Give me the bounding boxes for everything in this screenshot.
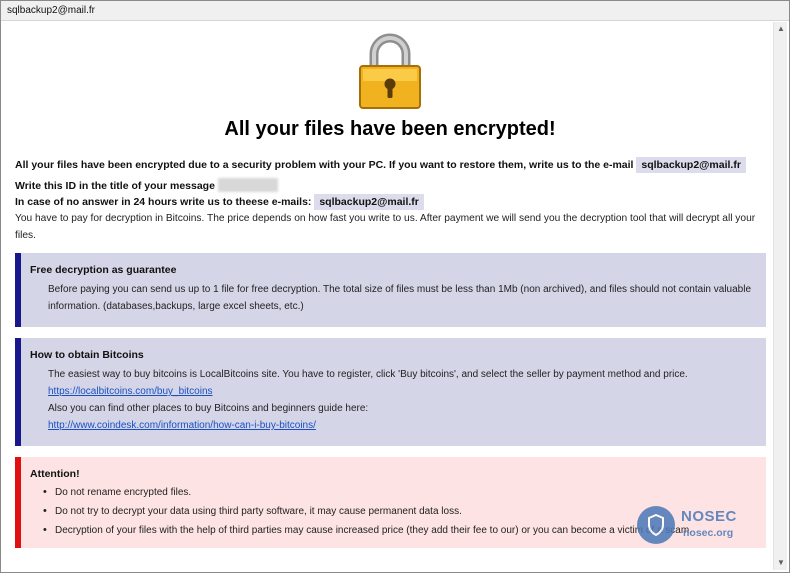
bitcoins-link-2-row: http://www.coindesk.com/information/how-… — [48, 417, 763, 434]
bitcoins-box: How to obtain Bitcoins The easiest way t… — [15, 338, 766, 446]
title-bar: sqlbackup2@mail.fr — [1, 1, 789, 21]
payment-paragraph: You have to pay for decryption in Bitcoi… — [15, 213, 756, 241]
arrow-down-icon[interactable]: ▼ — [774, 556, 788, 570]
list-item: Do not try to decrypt your data using th… — [41, 502, 692, 521]
watermark-site: nosec.org — [683, 527, 734, 539]
bitcoins-link-1-row: https://localbitcoins.com/buy_bitcoins — [48, 383, 763, 400]
coindesk-link[interactable]: http://www.coindesk.com/information/how-… — [48, 420, 316, 431]
window-title: sqlbackup2@mail.fr — [7, 5, 95, 16]
intro-text-2: Write this ID in the title of your messa… — [15, 180, 215, 192]
padlock-icon — [359, 33, 421, 109]
free-decryption-heading: Free decryption as guarantee — [30, 264, 177, 276]
intro-line-3: In case of no answer in 24 hours write u… — [15, 194, 424, 210]
watermark: NOSEC nosec.org — [637, 506, 757, 556]
free-decryption-text: Before paying you can send us up to 1 fi… — [48, 284, 752, 312]
list-item: Do not rename encrypted files. — [41, 483, 692, 502]
free-decryption-box: Free decryption as guarantee Before payi… — [15, 253, 766, 327]
ransom-note-window: sqlbackup2@mail.fr All your files have b… — [0, 0, 790, 573]
note-content: All your files have been encrypted! All … — [7, 22, 773, 570]
list-item: Decryption of your files with the help o… — [41, 521, 692, 540]
arrow-up-icon[interactable]: ▲ — [774, 22, 788, 36]
intro-text-1: All your files have been encrypted due t… — [15, 159, 634, 171]
intro-text-3: In case of no answer in 24 hours write u… — [15, 196, 312, 208]
victim-id-redacted — [217, 178, 278, 192]
intro-line-2: Write this ID in the title of your messa… — [15, 178, 278, 192]
vertical-scrollbar[interactable]: ▲ ▼ — [773, 22, 787, 570]
attention-list: Do not rename encrypted files. Do not tr… — [41, 483, 692, 540]
page-title: All your files have been encrypted! — [224, 118, 556, 140]
attention-heading: Attention! — [30, 468, 80, 480]
backup-contact-email[interactable]: sqlbackup2@mail.fr — [314, 194, 424, 210]
localbitcoins-link[interactable]: https://localbitcoins.com/buy_bitcoins — [48, 386, 213, 397]
bitcoins-heading: How to obtain Bitcoins — [30, 349, 144, 361]
bitcoins-text-1: The easiest way to buy bitcoins is Local… — [48, 369, 688, 380]
watermark-brand: NOSEC — [681, 508, 737, 525]
bitcoins-text-2: Also you can find other places to buy Bi… — [48, 403, 369, 414]
nosec-shield-icon — [648, 514, 664, 536]
intro-line-1: All your files have been encrypted due t… — [15, 157, 746, 173]
contact-email[interactable]: sqlbackup2@mail.fr — [636, 157, 746, 173]
